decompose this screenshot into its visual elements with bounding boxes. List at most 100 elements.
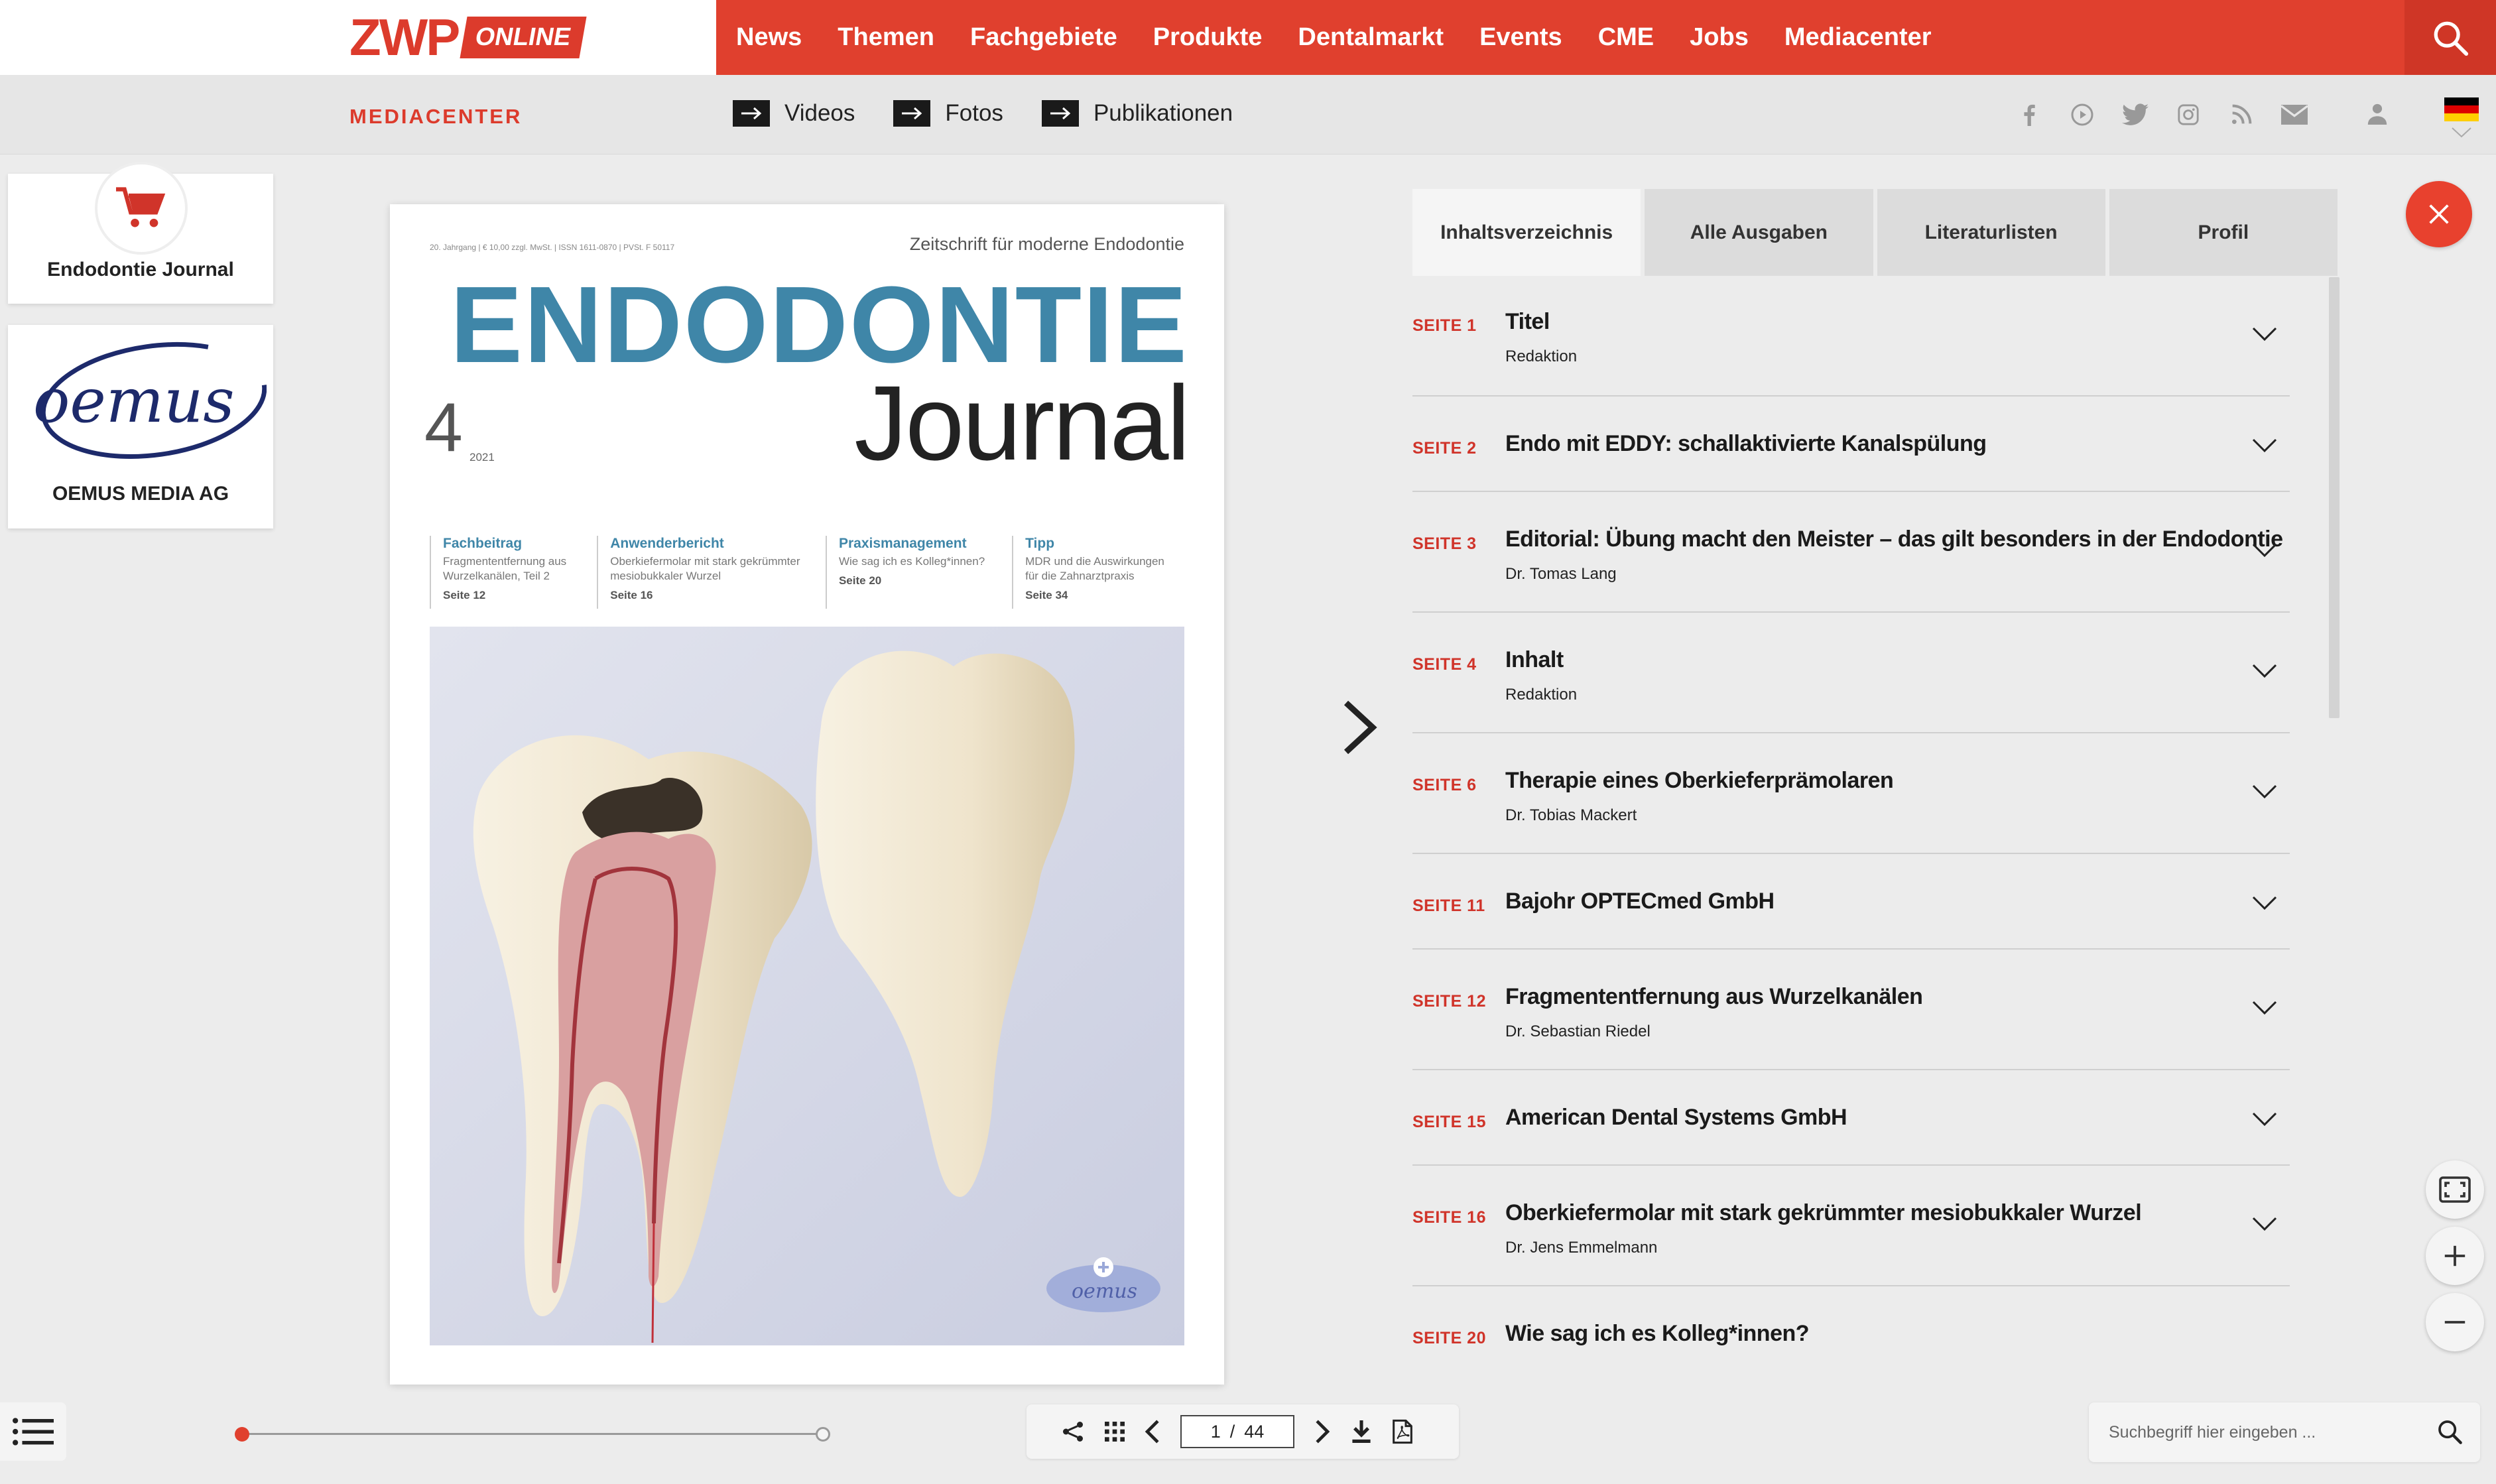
page-indicator[interactable]: 1 / 44 [1180,1415,1294,1448]
german-flag-icon[interactable] [2444,97,2479,121]
chevron-down-icon[interactable] [2251,784,2278,803]
teaser: Tipp MDR und die Auswirkungen für die Za… [1012,536,1166,609]
teaser-head: Praxismanagement [838,536,967,551]
toc-page: SEITE 15 [1412,1113,1486,1131]
chevron-down-icon[interactable] [2251,1111,2278,1131]
grid-icon[interactable] [1105,1422,1125,1442]
search-icon[interactable] [2436,1418,2463,1448]
page-separator: / [1229,1421,1235,1442]
toc-item[interactable]: SEITE 6 Therapie eines Oberkieferprämola… [1412,733,2290,854]
share-icon[interactable] [1061,1420,1085,1444]
facebook-icon[interactable] [2016,101,2042,128]
toc-item[interactable]: SEITE 4 Inhalt Redaktion [1412,613,2290,733]
teaser-head: Tipp [1025,536,1055,551]
cart-button[interactable] [95,162,188,255]
chevron-down-icon[interactable] [2251,1216,2278,1235]
nav-jobs[interactable]: Jobs [1672,23,1767,52]
teaser-text: MDR und die Auswirkungen für die Zahnarz… [1025,555,1164,583]
svg-text:oemus: oemus [33,365,235,436]
media-subnav: Videos Fotos Publikationen [733,100,1271,127]
toc-item[interactable]: SEITE 12 Fragmententfernung aus Wurzelka… [1412,950,2290,1070]
nav-dentalmarkt[interactable]: Dentalmarkt [1280,23,1462,52]
current-page: 1 [1210,1421,1221,1442]
zoom-in-button[interactable] [2426,1227,2484,1285]
search-icon [2434,21,2469,56]
toc-item[interactable]: SEITE 3 Editorial: Übung macht den Meist… [1412,492,2290,613]
nav-cme[interactable]: CME [1580,23,1672,52]
page-slider-handle[interactable] [235,1427,249,1442]
subnav-publikationen-label: Publikationen [1093,100,1233,126]
document-search-input[interactable] [2109,1418,2414,1446]
rss-icon[interactable] [2228,101,2255,128]
oemus-logo: oemus [33,341,267,460]
next-page-icon[interactable] [1314,1419,1330,1444]
chevron-down-icon[interactable] [2451,127,2472,142]
tab-profil[interactable]: Profil [2109,189,2338,276]
pdf-icon[interactable] [1393,1419,1412,1444]
youtube-icon[interactable] [2069,101,2095,128]
chevron-down-icon[interactable] [2251,1000,2278,1019]
toc-sub: Dr. Tomas Lang [1505,565,1617,583]
toc-item[interactable]: SEITE 11 Bajohr OPTECmed GmbH [1412,854,2290,950]
download-icon[interactable] [1350,1419,1373,1444]
mail-icon[interactable] [2281,101,2308,128]
subnav-fotos[interactable]: Fotos [893,100,1003,127]
tab-alle-ausgaben[interactable]: Alle Ausgaben [1645,189,1873,276]
toc-item[interactable]: SEITE 20 Wie sag ich es Kolleg*innen? [1412,1286,2290,1353]
subnav-videos[interactable]: Videos [733,100,855,127]
subnav-fotos-label: Fotos [945,100,1003,126]
toc-item[interactable]: SEITE 2 Endo mit EDDY: schallaktivierte … [1412,397,2290,492]
toc-page: SEITE 11 [1412,897,1485,915]
toc-sub: Dr. Sebastian Riedel [1505,1022,1651,1040]
instagram-icon[interactable] [2175,101,2202,128]
toc-title: American Dental Systems GmbH [1505,1105,1847,1130]
nav-produkte[interactable]: Produkte [1135,23,1280,52]
toc-sub: Dr. Tobias Mackert [1505,806,1637,824]
toc-title: Titel [1505,309,1550,334]
toc-toggle-button[interactable] [0,1402,66,1461]
nav-themen[interactable]: Themen [820,23,952,52]
toc-sub: Dr. Jens Emmelmann [1505,1239,1658,1257]
toc-item[interactable]: SEITE 15 American Dental Systems GmbH [1412,1070,2290,1166]
nav-mediacenter[interactable]: Mediacenter [1767,23,1950,52]
subnav-publikationen[interactable]: Publikationen [1041,100,1233,127]
table-of-contents: SEITE 1 Titel Redaktion SEITE 2 Endo mit… [1412,276,2290,1353]
teaser-text: Wie sag ich es Kolleg*innen? [838,555,985,568]
magazine-cover[interactable]: 20. Jahrgang | € 10,00 zzgl. MwSt. | ISS… [390,204,1224,1385]
shop-card[interactable]: Endodontie Journal [8,162,273,304]
publisher-card[interactable]: oemus OEMUS MEDIA AG [8,325,273,528]
chevron-down-icon[interactable] [2251,438,2278,457]
nav-events[interactable]: Events [1462,23,1580,52]
zwp-logo[interactable]: ZWP ONLINE [349,11,587,63]
tab-literaturlisten[interactable]: Literaturlisten [1877,189,2105,276]
prev-page-icon[interactable] [1145,1419,1160,1444]
user-icon[interactable] [2366,101,2389,129]
minus-icon [2444,1321,2465,1324]
toc-scrollbar[interactable] [2329,277,2340,718]
nav-fachgebiete[interactable]: Fachgebiete [952,23,1135,52]
page-slider-track[interactable] [242,1433,823,1435]
fit-page-button[interactable] [2426,1160,2484,1219]
cover-meta: 20. Jahrgang | € 10,00 zzgl. MwSt. | ISS… [430,243,675,252]
close-panel-button[interactable] [2406,181,2472,247]
subnav-videos-label: Videos [784,100,855,126]
next-page-arrow-icon[interactable] [1340,698,1379,761]
toc-item[interactable]: SEITE 1 Titel Redaktion [1412,276,2290,397]
nav-news[interactable]: News [716,23,820,52]
zoom-out-button[interactable] [2426,1293,2484,1351]
panel-tabs: Inhaltsverzeichnis Alle Ausgaben Literat… [1412,189,2338,276]
toc-page: SEITE 12 [1412,992,1486,1011]
toc-item[interactable]: SEITE 16 Oberkiefermolar mit stark gekrü… [1412,1166,2290,1286]
header-search-button[interactable] [2404,0,2496,75]
logo-badge: ONLINE [460,16,587,58]
teaser-page: Seite 34 [1025,589,1068,602]
top-bar: ZWP ONLINE News Themen Fachgebiete Produ… [0,0,2496,75]
arrow-right-icon [1041,100,1079,127]
chevron-down-icon[interactable] [2251,542,2278,562]
chevron-down-icon[interactable] [2251,326,2278,345]
chevron-down-icon[interactable] [2251,663,2278,682]
tab-inhaltsverzeichnis[interactable]: Inhaltsverzeichnis [1412,189,1641,276]
social-links [2016,101,2308,128]
chevron-down-icon[interactable] [2251,895,2278,914]
twitter-icon[interactable] [2122,101,2149,128]
